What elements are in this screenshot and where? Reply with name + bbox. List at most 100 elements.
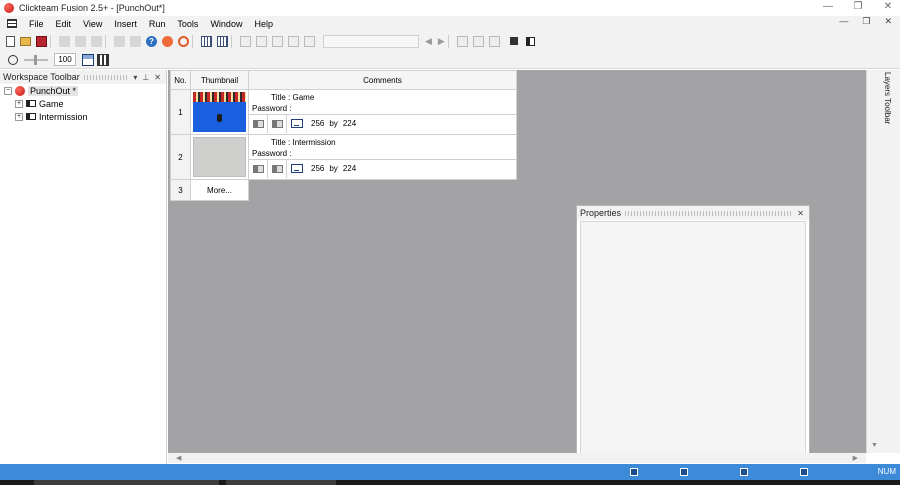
minimize-icon[interactable]: — — [822, 1, 834, 12]
taskbar-item[interactable] — [34, 480, 219, 485]
maximize-icon[interactable]: ❐ — [852, 1, 864, 12]
event-editor-icon[interactable] — [240, 35, 251, 47]
redo-icon[interactable] — [130, 35, 141, 47]
fade-out-cell[interactable] — [268, 114, 287, 133]
frame-width[interactable]: 256 — [311, 119, 324, 128]
window-layout-icon[interactable] — [488, 35, 500, 47]
cut-icon[interactable] — [59, 35, 70, 47]
zoom-level-field[interactable]: 100 — [54, 53, 76, 66]
menu-insert[interactable]: Insert — [108, 19, 143, 29]
frame-selector-combo[interactable] — [323, 34, 419, 48]
more-button[interactable]: More... — [190, 179, 249, 201]
copy-icon[interactable] — [75, 35, 86, 47]
save-icon[interactable] — [36, 35, 47, 47]
close-panel-icon[interactable]: ✕ — [154, 73, 161, 82]
scroll-left-icon[interactable]: ◀ — [176, 454, 181, 462]
tree-item-game[interactable]: + Game — [0, 97, 166, 110]
expand-icon[interactable]: + — [15, 112, 23, 121]
mdi-minimize-icon[interactable]: — — [839, 16, 848, 27]
build-icon[interactable] — [288, 35, 299, 47]
frame-thumbnail[interactable] — [193, 137, 246, 177]
menu-view[interactable]: View — [77, 19, 108, 29]
frame-thumbnail-cell[interactable] — [190, 89, 249, 135]
tree-item-label: Intermission — [39, 111, 88, 122]
taskbar-item[interactable] — [226, 480, 336, 485]
workspace-panel: Workspace Toolbar ▾ ⊥ ✕ − PunchOut * + G… — [0, 70, 167, 464]
run-application-icon[interactable] — [162, 35, 173, 47]
frame-title[interactable]: Title : Intermission — [252, 137, 516, 148]
object-properties-icon[interactable] — [304, 35, 315, 47]
more-row[interactable]: 3 More... — [170, 179, 517, 201]
menu-edit[interactable]: Edit — [50, 19, 78, 29]
frame-view-icon[interactable] — [525, 36, 535, 46]
scroll-right-icon[interactable]: ▶ — [853, 454, 858, 462]
menu-tools[interactable]: Tools — [171, 19, 204, 29]
properties-header[interactable]: Properties ✕ — [577, 206, 809, 220]
frame-thumbnail[interactable] — [193, 92, 246, 132]
frame-width[interactable]: 256 — [311, 164, 324, 173]
fade-out-transition-icon[interactable] — [271, 119, 283, 128]
fade-in-cell[interactable] — [249, 159, 268, 178]
grid-view-icon[interactable] — [97, 53, 109, 66]
frame-editor-icon[interactable] — [217, 35, 228, 47]
run-frame-icon[interactable] — [178, 35, 189, 47]
panel-menu-icon[interactable]: ▾ — [133, 73, 137, 82]
previous-frame-icon[interactable]: ◀ — [425, 36, 432, 47]
open-folder-icon[interactable] — [20, 36, 31, 46]
mdi-close-icon[interactable]: ✕ — [884, 16, 892, 27]
storyboard-editor-icon[interactable] — [201, 35, 212, 47]
pin-icon[interactable]: ⊥ — [142, 73, 149, 82]
storyboard-view-icon[interactable] — [82, 53, 94, 66]
menu-file[interactable]: File — [23, 19, 50, 29]
zoom-slider[interactable] — [24, 54, 48, 65]
help-icon[interactable]: ? — [146, 35, 157, 47]
frame-height[interactable]: 224 — [343, 164, 356, 173]
frame-size-icon — [291, 164, 303, 173]
frame-password[interactable]: Password : — [252, 103, 516, 114]
scroll-down-icon[interactable]: ▼ — [871, 442, 878, 449]
zoom-icon[interactable] — [8, 54, 18, 65]
new-file-icon[interactable] — [6, 35, 15, 47]
frame-row[interactable]: 1 Title : Game Password : 256 by 224 — [170, 89, 517, 135]
workspace-title: Workspace Toolbar — [3, 72, 80, 82]
menu-run[interactable]: Run — [143, 19, 172, 29]
fade-in-transition-icon[interactable] — [252, 164, 264, 173]
data-elements-icon[interactable] — [272, 35, 283, 47]
layout-list-icon[interactable] — [472, 35, 484, 47]
layers-toolbar: Layers Toolbar ▼ — [866, 70, 900, 453]
menu-help[interactable]: Help — [248, 19, 279, 29]
fade-out-cell[interactable] — [268, 159, 287, 178]
app-logo-icon — [4, 3, 14, 13]
frame-password[interactable]: Password : — [252, 148, 516, 159]
properties-content[interactable] — [580, 221, 806, 454]
column-header-comments: Comments — [248, 70, 517, 90]
next-frame-icon[interactable]: ▶ — [438, 36, 445, 47]
frame-size-icon — [291, 119, 303, 128]
fade-in-cell[interactable] — [249, 114, 268, 133]
layout-icon[interactable] — [456, 35, 468, 47]
tree-item-intermission[interactable]: + Intermission — [0, 110, 166, 123]
fade-out-transition-icon[interactable] — [271, 164, 283, 173]
mdi-restore-icon[interactable]: ❐ — [862, 16, 870, 27]
horizontal-scrollbar[interactable]: ◀ ▶ — [168, 453, 866, 463]
paste-icon[interactable] — [91, 35, 102, 47]
fade-in-transition-icon[interactable] — [252, 119, 264, 128]
close-icon[interactable]: ✕ — [882, 1, 894, 12]
menu-window[interactable]: Window — [204, 19, 248, 29]
stop-icon[interactable] — [509, 37, 518, 45]
undo-icon[interactable] — [114, 35, 125, 47]
panel-grip[interactable] — [625, 210, 794, 216]
layers-toolbar-tab[interactable]: Layers Toolbar — [883, 72, 892, 124]
panel-grip[interactable] — [83, 74, 130, 80]
close-panel-icon[interactable]: ✕ — [797, 209, 804, 218]
tree-root[interactable]: − PunchOut * — [0, 84, 166, 97]
event-list-icon[interactable] — [256, 35, 267, 47]
frame-row[interactable]: 2 Title : Intermission Password : 256 by… — [170, 134, 517, 180]
document-menu-icon[interactable] — [7, 19, 17, 28]
frame-title[interactable]: Title : Game — [252, 92, 516, 103]
status-indicator-icon — [680, 468, 688, 476]
expand-icon[interactable]: + — [15, 99, 23, 108]
collapse-icon[interactable]: − — [4, 86, 12, 95]
frame-height[interactable]: 224 — [343, 119, 356, 128]
frame-thumbnail-cell[interactable] — [190, 134, 249, 180]
